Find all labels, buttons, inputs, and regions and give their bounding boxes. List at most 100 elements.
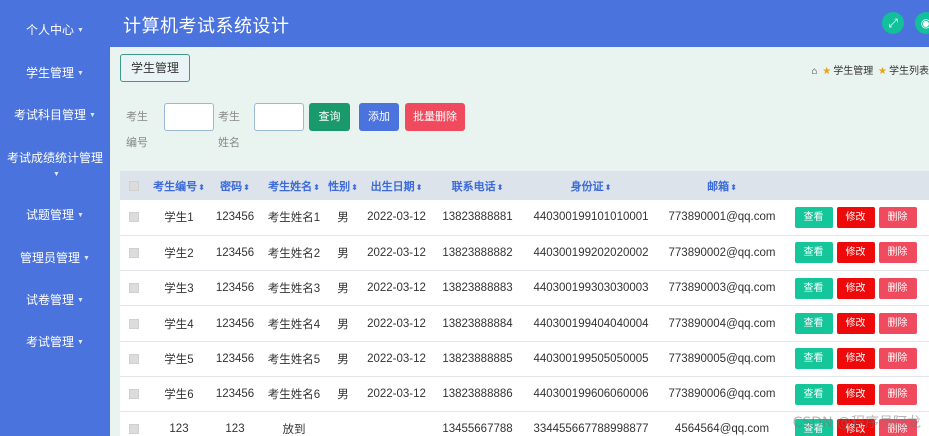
column-header[interactable]: 出生日期⬍ — [358, 171, 435, 200]
sort-icon: ⬍ — [243, 182, 250, 192]
column-header[interactable]: 考生编号⬍ — [148, 171, 210, 200]
cell-student-id: 学生6 — [148, 376, 210, 413]
row-checkbox[interactable] — [120, 200, 148, 236]
cell-password: 123456 — [210, 305, 260, 342]
edit-button[interactable]: 修改 — [836, 206, 875, 228]
cell-idcard: 440300199101010001 — [520, 200, 662, 236]
user-icon[interactable]: ◉ — [915, 12, 929, 34]
sidebar-item-students[interactable]: 学生管理 ▼ — [0, 65, 110, 82]
cell-phone: 13823888884 — [435, 305, 520, 342]
row-checkbox[interactable] — [120, 305, 148, 342]
app-title: 计算机考试系统设计 — [123, 16, 290, 36]
column-header-label: 密码 — [220, 180, 243, 193]
view-button[interactable]: 查看 — [794, 383, 833, 405]
query-button[interactable]: 查询 — [309, 103, 350, 131]
row-checkbox[interactable] — [120, 270, 148, 307]
column-header[interactable]: 邮箱⬍ — [662, 171, 782, 200]
edit-button[interactable]: 修改 — [836, 383, 875, 405]
sidebar-item-subjects[interactable]: 考试科目管理 ▼ — [0, 107, 110, 124]
cell-idcard: 440300199404040004 — [520, 305, 662, 342]
column-header-label: 身份证 — [570, 180, 604, 193]
edit-button[interactable]: 修改 — [836, 242, 875, 264]
student-id-input[interactable] — [164, 103, 214, 131]
home-icon[interactable]: ⌂ — [811, 66, 817, 77]
cell-actions: 查看 修改 删除 — [782, 305, 929, 342]
delete-button[interactable]: 删除 — [878, 277, 917, 299]
sidebar-item-label: 管理员管理 — [20, 251, 81, 265]
column-header[interactable]: 身份证⬍ — [520, 171, 662, 200]
sidebar-item-papers[interactable]: 试卷管理 ▼ — [0, 292, 110, 309]
chevron-down-icon: ▼ — [77, 26, 84, 34]
row-checkbox[interactable] — [120, 235, 148, 272]
edit-button[interactable]: 修改 — [836, 277, 875, 299]
cell-student-id: 学生4 — [148, 305, 210, 342]
delete-button[interactable]: 删除 — [878, 383, 917, 405]
cell-password: 123456 — [210, 376, 260, 413]
cell-birth: 2022-03-12 — [358, 200, 435, 236]
cell-gender: 男 — [328, 270, 358, 307]
sidebar-item-label: 试题管理 — [26, 208, 75, 222]
watermark: CSDN @程序员阿龙 — [792, 415, 921, 431]
row-checkbox[interactable] — [120, 376, 148, 413]
cell-gender: 男 — [328, 200, 358, 236]
view-button[interactable]: 查看 — [794, 242, 833, 264]
cell-email: 773890003@qq.com — [662, 270, 782, 307]
edit-button[interactable]: 修改 — [836, 313, 875, 335]
chevron-down-icon: ▼ — [89, 111, 96, 119]
view-button[interactable]: 查看 — [794, 313, 833, 335]
sort-icon: ⬍ — [496, 182, 504, 192]
cell-idcard: 440300199606060006 — [520, 376, 662, 413]
sort-icon: ⬍ — [198, 182, 205, 192]
sidebar-item-scores[interactable]: 考试成绩统计管理 ▼ — [0, 150, 110, 183]
cell-phone: 13823888881 — [435, 200, 520, 236]
edit-button[interactable]: 修改 — [836, 348, 875, 370]
column-header[interactable]: 联系电话⬍ — [435, 171, 520, 200]
sidebar-item-exams[interactable]: 考试管理 ▼ — [0, 334, 110, 351]
table-row: 学生1 123456 考生姓名1 男 2022-03-12 1382388888… — [120, 200, 929, 236]
view-button[interactable]: 查看 — [794, 277, 833, 299]
row-checkbox[interactable] — [120, 411, 148, 436]
cell-phone: 13823888886 — [435, 376, 520, 413]
star-icon: ★ — [822, 66, 832, 77]
select-all-checkbox[interactable] — [120, 171, 148, 200]
chevron-down-icon: ▼ — [53, 170, 60, 178]
sidebar-item-questions[interactable]: 试题管理 ▼ — [0, 207, 110, 224]
column-header[interactable]: 性别⬍ — [328, 171, 358, 200]
tab-student-management[interactable]: 学生管理 — [120, 54, 191, 82]
sidebar-item-label: 学生管理 — [26, 66, 75, 80]
fullscreen-icon[interactable]: ⤢ — [882, 12, 904, 34]
cell-idcard: 440300199303030003 — [520, 270, 662, 307]
cell-name: 考生姓名3 — [260, 270, 328, 307]
sidebar: 个人中心 ▼ 学生管理 ▼ 考试科目管理 ▼ 考试成绩统计管理▼ 试题管理 ▼ 管理员管… — [0, 0, 110, 436]
sort-icon: ⬍ — [313, 182, 320, 192]
sort-icon: ⬍ — [415, 182, 423, 192]
delete-button[interactable]: 删除 — [878, 348, 917, 370]
sidebar-item-profile[interactable]: 个人中心 ▼ — [0, 22, 110, 39]
cell-email: 773890005@qq.com — [662, 341, 782, 377]
breadcrumb-item[interactable]: 学生管理 — [833, 66, 873, 77]
delete-button[interactable]: 删除 — [878, 206, 917, 228]
add-button[interactable]: 添加 — [359, 103, 399, 131]
sidebar-item-admins[interactable]: 管理员管理 ▼ — [0, 250, 110, 267]
table-row: 学生3 123456 考生姓名3 男 2022-03-12 1382388888… — [120, 270, 929, 307]
cell-student-id: 学生2 — [148, 235, 210, 272]
row-checkbox[interactable] — [120, 341, 148, 377]
student-name-input[interactable] — [254, 103, 304, 131]
delete-button[interactable]: 删除 — [878, 242, 917, 264]
cell-email: 773890001@qq.com — [662, 200, 782, 236]
view-button[interactable]: 查看 — [794, 206, 833, 228]
chevron-down-icon: ▼ — [77, 69, 84, 77]
cell-phone: 13823888882 — [435, 235, 520, 272]
breadcrumb-item[interactable]: 学生列表 — [889, 66, 929, 77]
cell-name: 考生姓名4 — [260, 305, 328, 342]
cell-name: 考生姓名5 — [260, 341, 328, 377]
view-button[interactable]: 查看 — [794, 348, 833, 370]
cell-actions: 查看 修改 删除 — [782, 200, 929, 236]
cell-gender: 男 — [328, 235, 358, 272]
column-header[interactable]: 密码⬍ — [210, 171, 260, 200]
delete-button[interactable]: 删除 — [878, 313, 917, 335]
cell-email: 773890002@qq.com — [662, 235, 782, 272]
table-row: 学生4 123456 考生姓名4 男 2022-03-12 1382388888… — [120, 305, 929, 342]
column-header[interactable]: 考生姓名⬍ — [260, 171, 328, 200]
batch-delete-button[interactable]: 批量删除 — [405, 103, 465, 131]
